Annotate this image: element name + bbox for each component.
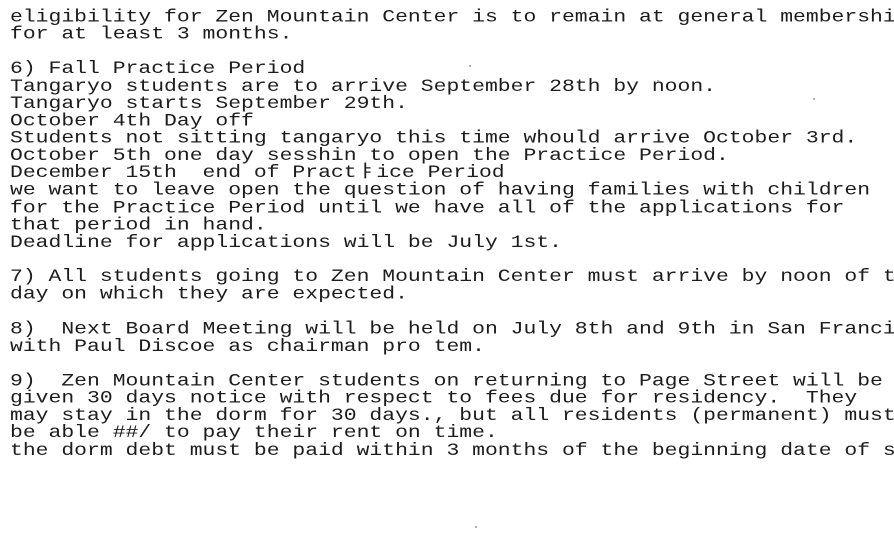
text-line: that period in hand. — [10, 215, 267, 236]
intro-paragraph: eligibility for Zen Mountain Center is t… — [10, 8, 894, 45]
paper-speck — [469, 65, 471, 67]
text-line: Tangaryo starts September 29th. — [10, 94, 408, 114]
paper-speck — [813, 98, 815, 100]
paper-speck — [657, 80, 659, 82]
text-line: for at least 3 months. — [10, 24, 293, 45]
document-page: { "document": { "intro": { "lines": [ "e… — [0, 0, 894, 541]
item-9-page-street-residency: 9) Zen Mountain Center students on retur… — [10, 372, 894, 461]
paper-speck — [475, 526, 477, 528]
typewritten-document: eligibility for Zen Mountain Center is t… — [10, 8, 894, 461]
text-line: with Paul Discoe as chairman pro tem. — [10, 336, 485, 357]
text-line: be able ##/ to pay their rent on time. — [10, 423, 498, 444]
item-heading: 6) Fall Practice Period — [10, 59, 306, 80]
text-line: 8) Next Board Meeting will be held on Ju… — [10, 319, 894, 340]
text-line: the dorm debt must be paid within 3 mont… — [10, 440, 894, 461]
text-line: Deadline for applications will be July 1… — [10, 232, 562, 253]
text-line: Tangaryo students are to arrive Septembe… — [10, 76, 717, 97]
item-7-arrival: 7) All students going to Zen Mountain Ce… — [10, 268, 894, 305]
paper-speck — [788, 418, 790, 420]
text-line: for the Practice Period until we have al… — [10, 198, 845, 218]
text-line: day on which they are expected. — [10, 284, 408, 305]
item-6-fall-practice-period: 6) Fall Practice Period Tangaryo student… — [10, 59, 890, 253]
item-8-board-meeting: 8) Next Board Meeting will be held on Ju… — [10, 319, 894, 357]
text-line: we want to leave open the question of ha… — [10, 180, 871, 201]
